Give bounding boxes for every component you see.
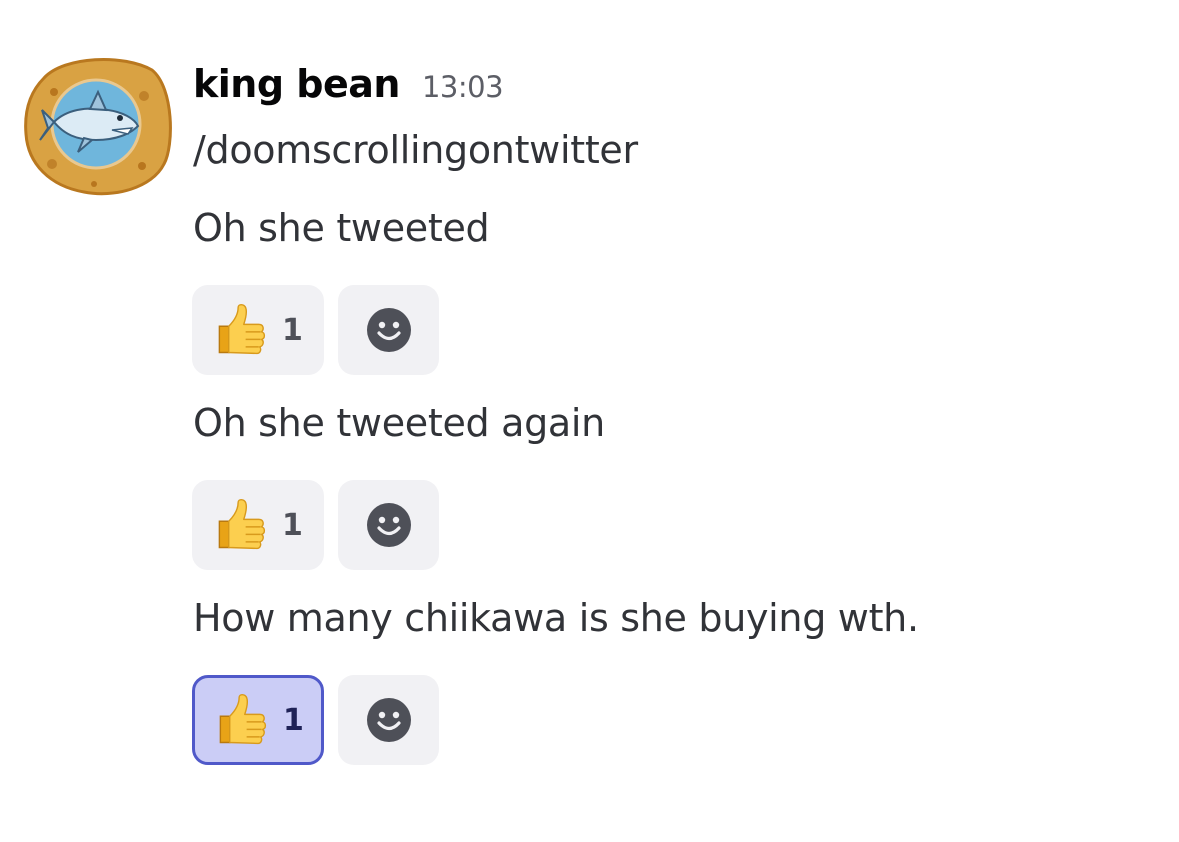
message-line: How many chiikawa is she buying wth.: [193, 596, 919, 640]
thumbs-up-icon: [211, 690, 271, 750]
reaction-thumbs-up[interactable]: 1: [192, 285, 324, 375]
reaction-bar: 1: [192, 480, 439, 570]
smiley-face-icon: [365, 306, 413, 354]
add-reaction-button[interactable]: [338, 285, 439, 375]
reaction-count: 1: [283, 702, 304, 738]
shark-on-cookie-avatar-icon: [24, 58, 172, 196]
reaction-bar: 1: [192, 285, 439, 375]
message-header: king bean 13:03: [193, 62, 504, 116]
timestamp: 13:03: [421, 70, 504, 104]
username[interactable]: king bean: [193, 62, 400, 106]
avatar[interactable]: [24, 56, 172, 196]
smiley-face-icon: [365, 696, 413, 744]
reaction-thumbs-up-selected[interactable]: 1: [192, 675, 324, 765]
chat-message: king bean 13:03 /doomscrollingontwitter …: [0, 0, 1179, 842]
reaction-thumbs-up[interactable]: 1: [192, 480, 324, 570]
add-reaction-button[interactable]: [338, 675, 439, 765]
message-line: Oh she tweeted again: [193, 401, 605, 445]
reaction-bar: 1: [192, 675, 439, 765]
message-line: Oh she tweeted: [193, 206, 490, 250]
reaction-count: 1: [282, 507, 303, 543]
smiley-face-icon: [365, 501, 413, 549]
thumbs-up-icon: [210, 300, 270, 360]
add-reaction-button[interactable]: [338, 480, 439, 570]
thumbs-up-icon: [210, 495, 270, 555]
message-line: /doomscrollingontwitter: [193, 128, 638, 172]
reaction-count: 1: [282, 312, 303, 348]
